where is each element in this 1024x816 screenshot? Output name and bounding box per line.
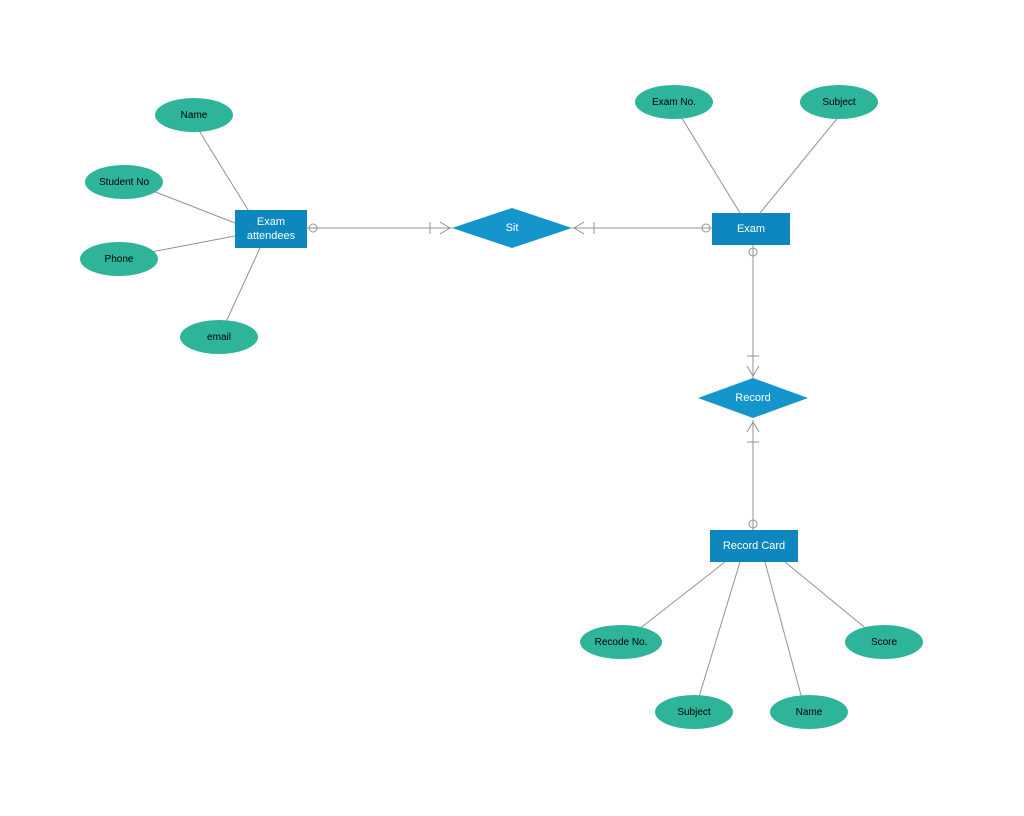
entity-exam: Exam	[712, 213, 790, 245]
attribute-email: email	[180, 320, 258, 354]
attribute-label: Subject	[822, 97, 855, 108]
attribute-name2: Name	[770, 695, 848, 729]
attribute-label: Exam No.	[652, 97, 696, 108]
attribute-name: Name	[155, 98, 233, 132]
attribute-exam-no: Exam No.	[635, 85, 713, 119]
attribute-subject2: Subject	[655, 695, 733, 729]
attribute-label: Student No	[99, 177, 149, 188]
relationship-label: Record	[735, 392, 770, 404]
attribute-label: Phone	[105, 254, 134, 265]
relationship-record: Record	[698, 378, 808, 418]
attribute-recode-no: Recode No.	[580, 625, 662, 659]
entity-label: Examattendees	[247, 215, 295, 244]
attribute-label: Score	[871, 637, 897, 648]
attribute-label: Name	[181, 110, 208, 121]
attribute-subject: Subject	[800, 85, 878, 119]
er-diagram-connections	[0, 0, 1024, 816]
attribute-student-no: Student No	[85, 165, 163, 199]
attribute-label: email	[207, 332, 231, 343]
entity-label: Exam	[737, 222, 765, 236]
entity-label: Record Card	[723, 539, 785, 553]
relationship-label: Sit	[506, 222, 519, 234]
entity-exam-attendees: Examattendees	[235, 210, 307, 248]
entity-record-card: Record Card	[710, 530, 798, 562]
attribute-label: Recode No.	[595, 637, 648, 648]
attribute-label: Name	[796, 707, 823, 718]
attribute-phone: Phone	[80, 242, 158, 276]
attribute-label: Subject	[677, 707, 710, 718]
attribute-score: Score	[845, 625, 923, 659]
relationship-sit: Sit	[452, 208, 572, 248]
